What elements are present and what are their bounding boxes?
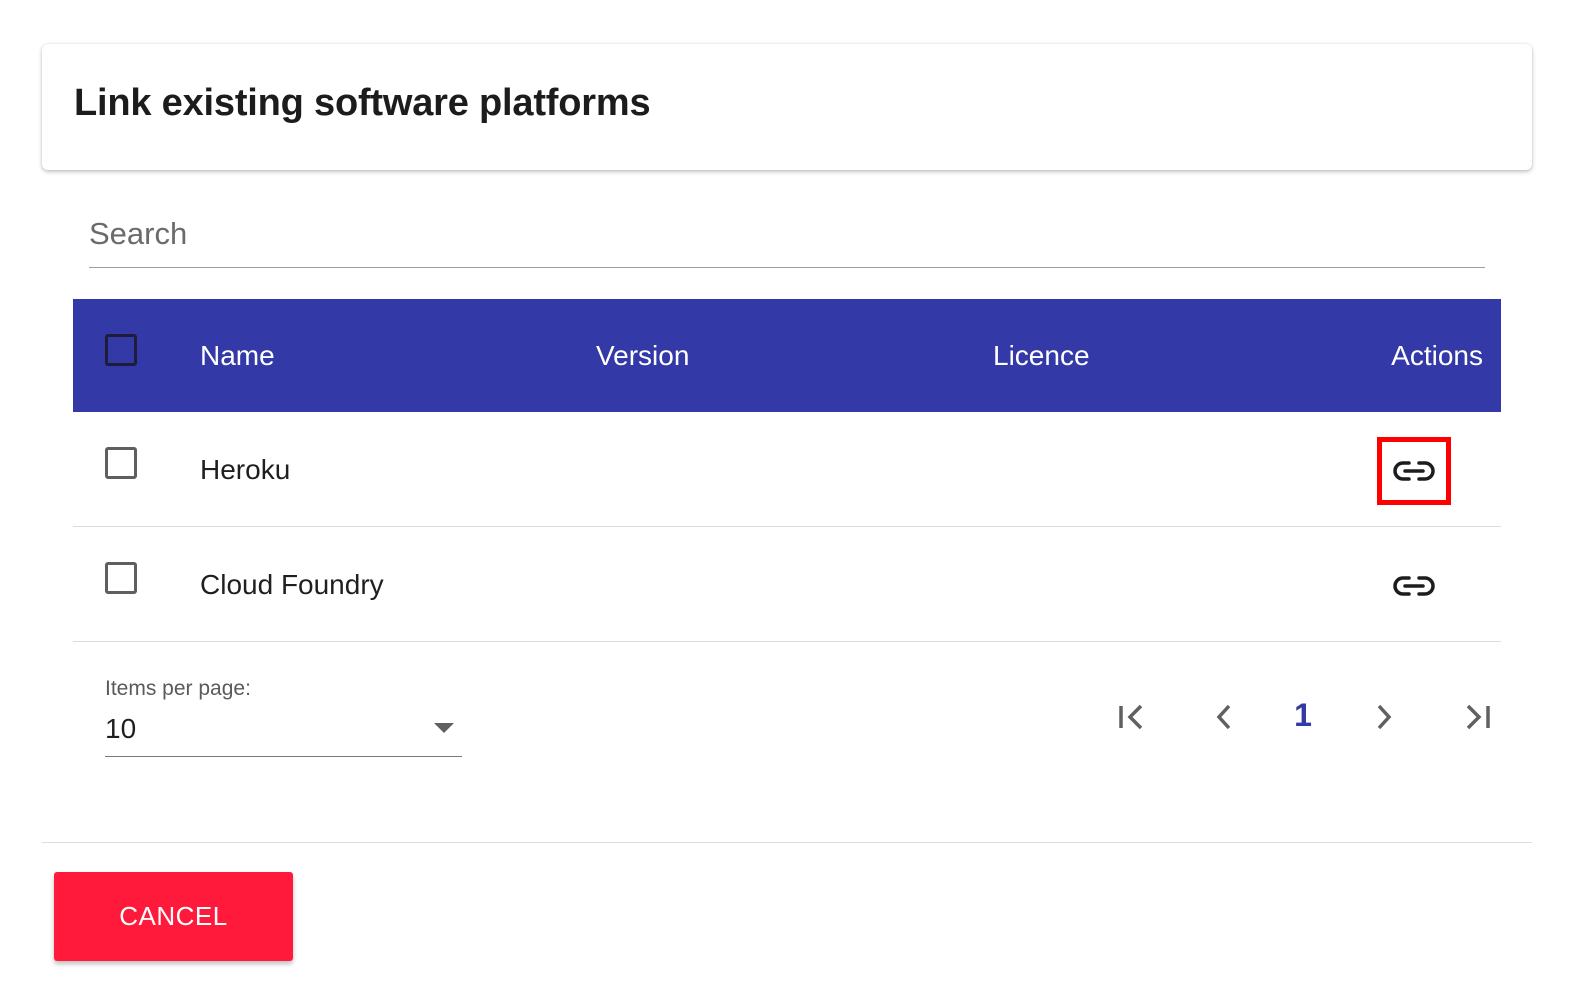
current-page-number[interactable]: 1 bbox=[1286, 693, 1320, 737]
first-page-icon bbox=[1119, 704, 1143, 730]
table-row: Cloud Foundry bbox=[73, 527, 1501, 642]
items-per-page-select[interactable]: 10 bbox=[105, 709, 462, 757]
previous-page-button[interactable] bbox=[1202, 695, 1246, 739]
search-field[interactable] bbox=[89, 206, 1485, 268]
column-header-licence[interactable]: Licence bbox=[993, 299, 1090, 412]
row-checkbox[interactable] bbox=[105, 447, 137, 479]
dialog-header-card: Link existing software platforms bbox=[42, 44, 1532, 170]
last-page-button[interactable] bbox=[1455, 695, 1499, 739]
column-header-name[interactable]: Name bbox=[200, 299, 275, 412]
next-page-button[interactable] bbox=[1362, 695, 1406, 739]
platforms-table: Name Version Licence Actions Heroku Clou… bbox=[73, 299, 1501, 642]
cancel-button[interactable]: CANCEL bbox=[54, 872, 293, 961]
footer-divider bbox=[42, 842, 1532, 843]
column-header-actions: Actions bbox=[1391, 339, 1483, 371]
row-checkbox[interactable] bbox=[105, 562, 137, 594]
table-header-row: Name Version Licence Actions bbox=[73, 299, 1501, 412]
table-row: Heroku bbox=[73, 412, 1501, 527]
dialog-title: Link existing software platforms bbox=[74, 82, 651, 124]
items-per-page-value: 10 bbox=[105, 713, 137, 744]
link-icon bbox=[1393, 576, 1435, 596]
link-platform-button[interactable] bbox=[1377, 552, 1451, 620]
next-page-icon bbox=[1377, 704, 1392, 730]
last-page-icon bbox=[1466, 704, 1490, 730]
search-input[interactable] bbox=[89, 206, 1485, 262]
select-all-checkbox[interactable] bbox=[105, 334, 137, 366]
paginator: Items per page: 10 1 bbox=[73, 645, 1501, 785]
row-name: Cloud Foundry bbox=[200, 568, 384, 600]
link-platform-button[interactable] bbox=[1377, 437, 1451, 505]
first-page-button[interactable] bbox=[1110, 695, 1154, 739]
link-icon bbox=[1393, 461, 1435, 481]
column-header-version[interactable]: Version bbox=[596, 299, 689, 412]
items-per-page-label: Items per page: bbox=[105, 677, 251, 700]
chevron-down-icon bbox=[434, 723, 454, 733]
row-name: Heroku bbox=[200, 453, 291, 485]
previous-page-icon bbox=[1216, 704, 1231, 730]
